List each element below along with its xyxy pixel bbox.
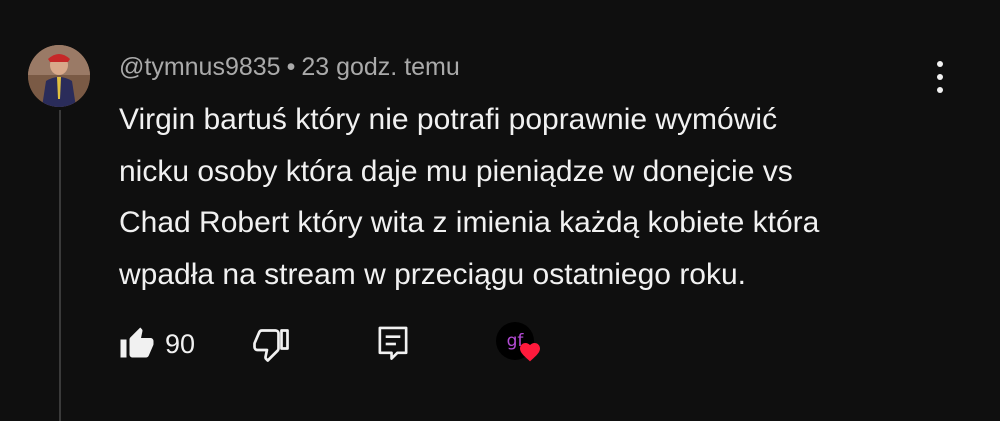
- comment-timestamp[interactable]: 23 godz. temu: [301, 53, 459, 81]
- heart-icon: [520, 343, 540, 362]
- comment-author[interactable]: @tymnus9835: [119, 53, 281, 81]
- thumb-down-icon: [253, 329, 289, 362]
- comment-meta: @tymnus9835 • 23 godz. temu: [119, 50, 460, 84]
- more-vert-icon[interactable]: [925, 57, 955, 97]
- avatar-image: [28, 45, 90, 107]
- reply-button[interactable]: [375, 320, 411, 368]
- reply-comment-icon: [378, 326, 408, 360]
- comment-text: Virgin bartuś który nie potrafi poprawni…: [119, 103, 820, 291]
- user-avatar[interactable]: [28, 45, 90, 107]
- thumb-up-icon: [120, 327, 154, 358]
- like-count: 90: [165, 328, 196, 359]
- like-button[interactable]: 90: [119, 320, 195, 368]
- dislike-button[interactable]: [253, 320, 289, 368]
- meta-separator: •: [286, 53, 296, 81]
- creator-heart: gf: [496, 322, 544, 370]
- thread-line: [59, 110, 61, 421]
